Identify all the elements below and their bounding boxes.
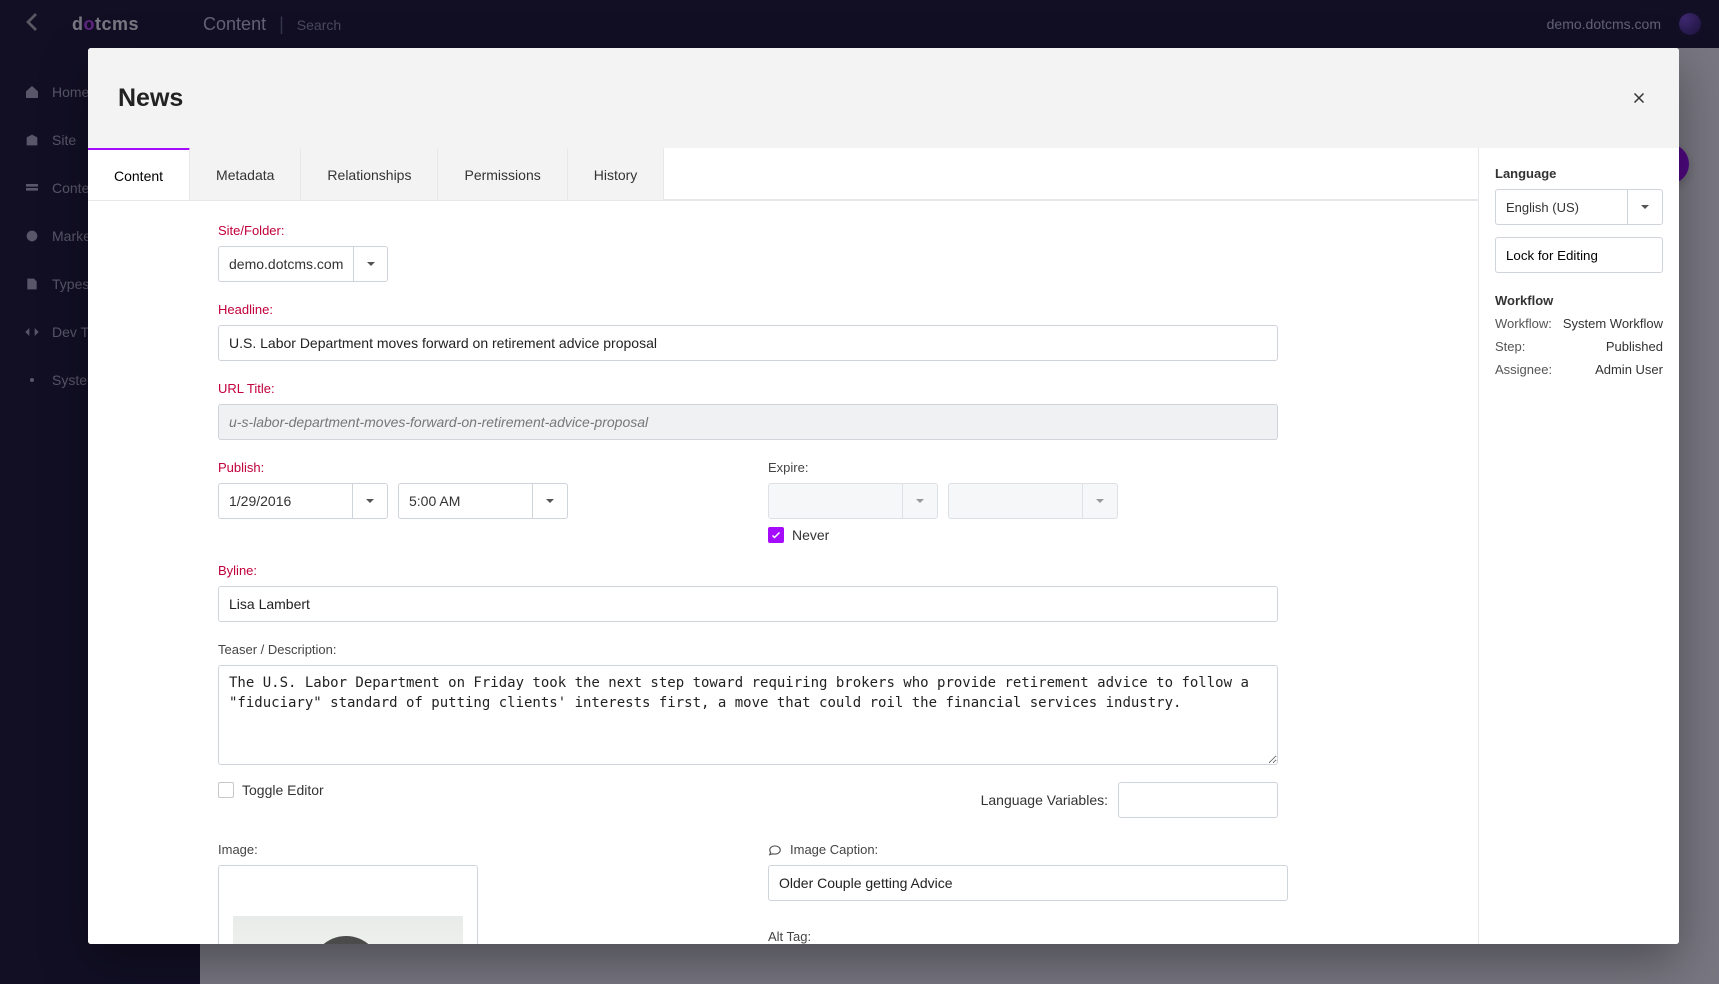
- right-rail: Language English (US) Lock for Editing W…: [1479, 148, 1679, 944]
- field-teaser: Teaser / Description:: [218, 642, 1278, 768]
- tab-metadata[interactable]: Metadata: [190, 148, 301, 200]
- teaser-textarea[interactable]: [218, 665, 1278, 765]
- assignee-value: Admin User: [1595, 362, 1663, 377]
- field-alt-tag: Alt Tag:: [768, 929, 1288, 944]
- site-folder-select[interactable]: demo.dotcms.com: [218, 246, 388, 282]
- workflow-label: Workflow:: [1495, 316, 1552, 331]
- teaser-label: Teaser / Description:: [218, 642, 1278, 657]
- chevron-down-icon: [902, 483, 938, 519]
- publish-date-value: 1/29/2016: [218, 483, 352, 519]
- step-label: Step:: [1495, 339, 1525, 354]
- field-expire: Expire:: [768, 460, 1288, 543]
- workflow-value: System Workflow: [1563, 316, 1663, 331]
- lang-vars-input[interactable]: [1118, 782, 1278, 818]
- tabs: Content Metadata Relationships Permissio…: [88, 148, 1478, 201]
- speech-icon: [768, 843, 782, 857]
- modal-body: Content Metadata Relationships Permissio…: [88, 148, 1679, 944]
- language-value: English (US): [1495, 189, 1627, 225]
- lock-for-editing-button[interactable]: Lock for Editing: [1495, 237, 1663, 273]
- step-row: Step: Published: [1495, 339, 1663, 354]
- modal-header: News: [88, 48, 1679, 148]
- headline-label: Headline:: [218, 302, 1278, 317]
- language-select[interactable]: English (US): [1495, 189, 1663, 225]
- headline-input[interactable]: [218, 325, 1278, 361]
- publish-label: Publish:: [218, 460, 738, 475]
- chevron-down-icon: [532, 483, 568, 519]
- byline-label: Byline:: [218, 563, 1278, 578]
- toggle-editor-checkbox[interactable]: [218, 782, 234, 798]
- image-label: Image:: [218, 842, 738, 857]
- chevron-down-icon: [352, 483, 388, 519]
- site-folder-value: demo.dotcms.com: [218, 246, 353, 282]
- lang-vars-label: Language Variables:: [981, 792, 1108, 808]
- language-heading: Language: [1495, 166, 1663, 181]
- expire-time-select[interactable]: [948, 483, 1118, 519]
- publish-time-select[interactable]: 5:00 AM: [398, 483, 568, 519]
- field-site-folder: Site/Folder: demo.dotcms.com: [218, 223, 1278, 282]
- field-image-caption: Image Caption:: [768, 842, 1288, 901]
- field-byline: Byline:: [218, 563, 1278, 622]
- workflow-row: Workflow: System Workflow: [1495, 316, 1663, 331]
- tab-permissions[interactable]: Permissions: [438, 148, 567, 200]
- close-icon: [1630, 89, 1648, 107]
- never-label: Never: [792, 527, 829, 543]
- expire-time-value: [948, 483, 1082, 519]
- lock-label: Lock for Editing: [1506, 248, 1598, 263]
- image-preview[interactable]: [218, 865, 478, 944]
- field-url-title: URL Title:: [218, 381, 1278, 440]
- expire-date-value: [768, 483, 902, 519]
- tab-content[interactable]: Content: [88, 148, 190, 200]
- step-value: Published: [1606, 339, 1663, 354]
- expire-label: Expire:: [768, 460, 1288, 475]
- chevron-down-icon: [353, 246, 388, 282]
- form: Site/Folder: demo.dotcms.com Headline: U…: [188, 201, 1308, 944]
- never-checkbox[interactable]: [768, 527, 784, 543]
- assignee-row: Assignee: Admin User: [1495, 362, 1663, 377]
- publish-time-value: 5:00 AM: [398, 483, 532, 519]
- byline-input[interactable]: [218, 586, 1278, 622]
- workflow-heading: Workflow: [1495, 293, 1663, 308]
- tab-fill: [664, 148, 1478, 200]
- expire-date-select[interactable]: [768, 483, 938, 519]
- url-title-label: URL Title:: [218, 381, 1278, 396]
- modal-title: News: [118, 84, 183, 113]
- check-icon: [770, 529, 782, 541]
- image-caption-label: Image Caption:: [768, 842, 1288, 857]
- caption-label-text: Image Caption:: [790, 842, 878, 857]
- image-caption-input[interactable]: [768, 865, 1288, 901]
- field-headline: Headline:: [218, 302, 1278, 361]
- field-publish: Publish: 1/29/2016 5:00 AM: [218, 460, 738, 519]
- publish-date-select[interactable]: 1/29/2016: [218, 483, 388, 519]
- toggle-editor-label: Toggle Editor: [242, 782, 324, 798]
- site-folder-label: Site/Folder:: [218, 223, 1278, 238]
- alt-tag-label: Alt Tag:: [768, 929, 1288, 944]
- image-placeholder: [233, 916, 463, 944]
- close-button[interactable]: [1621, 80, 1657, 116]
- tab-relationships[interactable]: Relationships: [301, 148, 438, 200]
- field-image: Image:: [218, 842, 738, 944]
- chevron-down-icon: [1082, 483, 1118, 519]
- tab-history[interactable]: History: [568, 148, 665, 200]
- modal: News Content Metadata Relationships Perm…: [88, 48, 1679, 944]
- assignee-label: Assignee:: [1495, 362, 1552, 377]
- main-panel: Content Metadata Relationships Permissio…: [88, 148, 1479, 944]
- chevron-down-icon: [1627, 189, 1663, 225]
- url-title-input[interactable]: [218, 404, 1278, 440]
